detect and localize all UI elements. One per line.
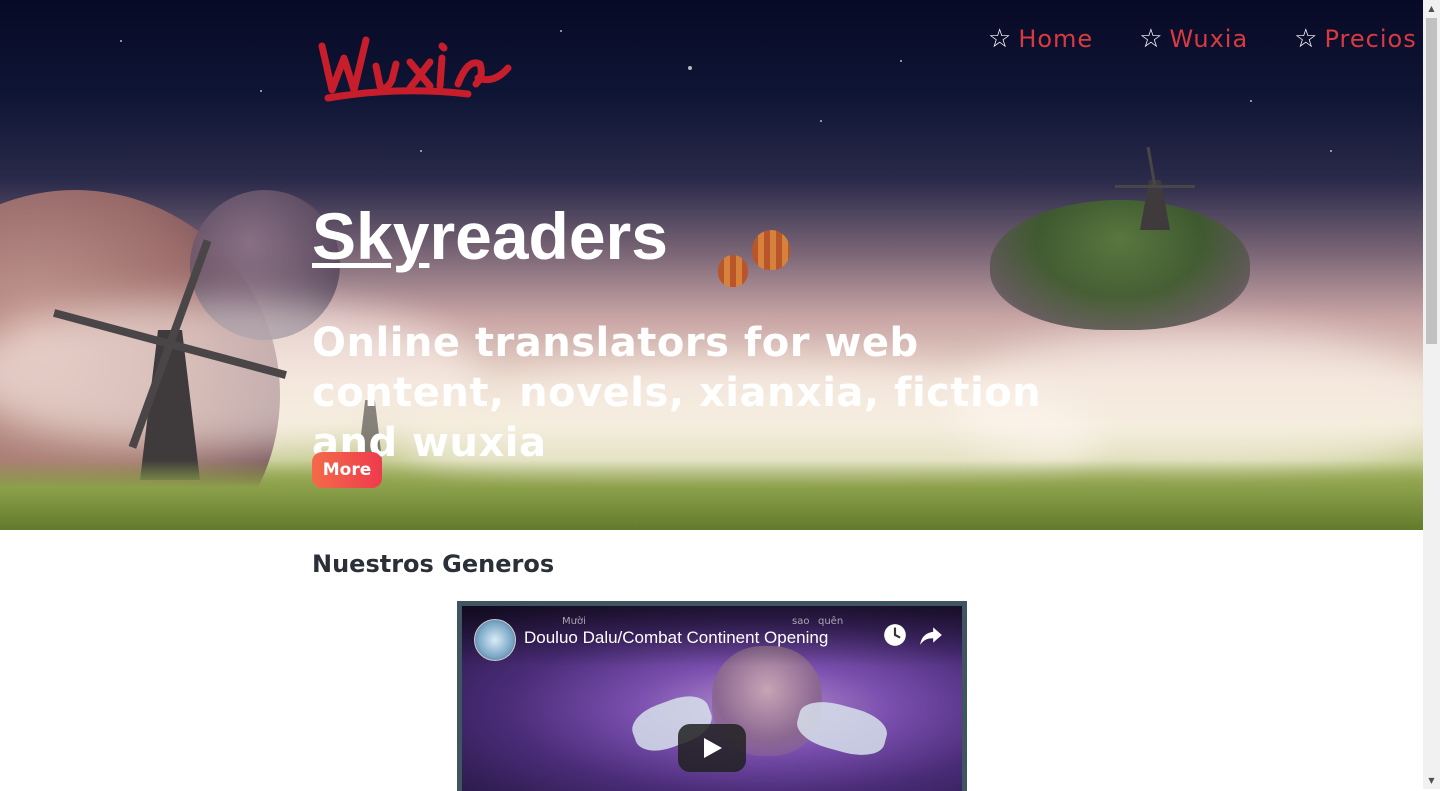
windmill-left [53,230,290,490]
play-icon[interactable] [678,724,746,772]
nav-item-label: Wuxia [1169,25,1249,53]
caption-fragment: quên [818,616,844,627]
video-title[interactable]: Douluo Dalu/Combat Continent Opening [524,628,828,648]
caption-fragment: Mười [562,616,586,627]
page-scrollbar[interactable]: ▲ ▼ [1423,0,1440,789]
hero-title: Skyreaders [312,196,668,276]
hero-subtitle: Online translators for web content, nove… [312,320,1042,466]
sky-star [1330,150,1332,152]
star-outline-icon: ☆ [988,24,1013,54]
video-thumbnail[interactable]: Mười sao quên Douluo Dalu/Combat Contine… [462,606,962,791]
sky-star [260,90,262,92]
caption-fragment: sao [792,616,810,627]
nav-item-wuxia[interactable]: ☆ Wuxia [1139,24,1248,54]
nav-item-label: Precios [1324,25,1417,53]
grass-field [0,460,1423,530]
section-title: Nuestros Generos [312,550,555,578]
hot-air-balloon [718,255,748,287]
clock-icon[interactable] [882,622,908,648]
more-button[interactable]: More [312,452,382,488]
sky-star [560,30,562,32]
hero-title-rest: readers [429,199,668,273]
windmill-island [1115,140,1195,230]
nav-item-label: Home [1018,25,1094,53]
wuxia-logo[interactable] [318,28,513,108]
sky-star [120,40,122,42]
scroll-up-arrow-icon[interactable]: ▲ [1423,0,1440,17]
video-embed[interactable]: Mười sao quên Douluo Dalu/Combat Contine… [457,601,967,791]
hot-air-balloon [752,230,790,270]
scroll-down-arrow-icon[interactable]: ▼ [1423,772,1440,789]
share-icon[interactable] [918,622,944,648]
sky-star [820,120,822,122]
sky-star [1250,100,1252,102]
star-outline-icon: ☆ [1294,24,1319,54]
sky-star [688,66,692,70]
channel-avatar[interactable] [474,619,516,661]
main-nav: ☆ Home ☆ Wuxia ☆ Precios [988,24,1417,54]
star-outline-icon: ☆ [1139,24,1164,54]
sky-star [900,60,902,62]
scroll-thumb[interactable] [1426,18,1437,344]
sky-star [420,150,422,152]
hero-title-underlined: Sky [312,199,430,273]
nav-item-precios[interactable]: ☆ Precios [1294,24,1417,54]
nav-item-home[interactable]: ☆ Home [988,24,1093,54]
character-hand [792,695,892,762]
